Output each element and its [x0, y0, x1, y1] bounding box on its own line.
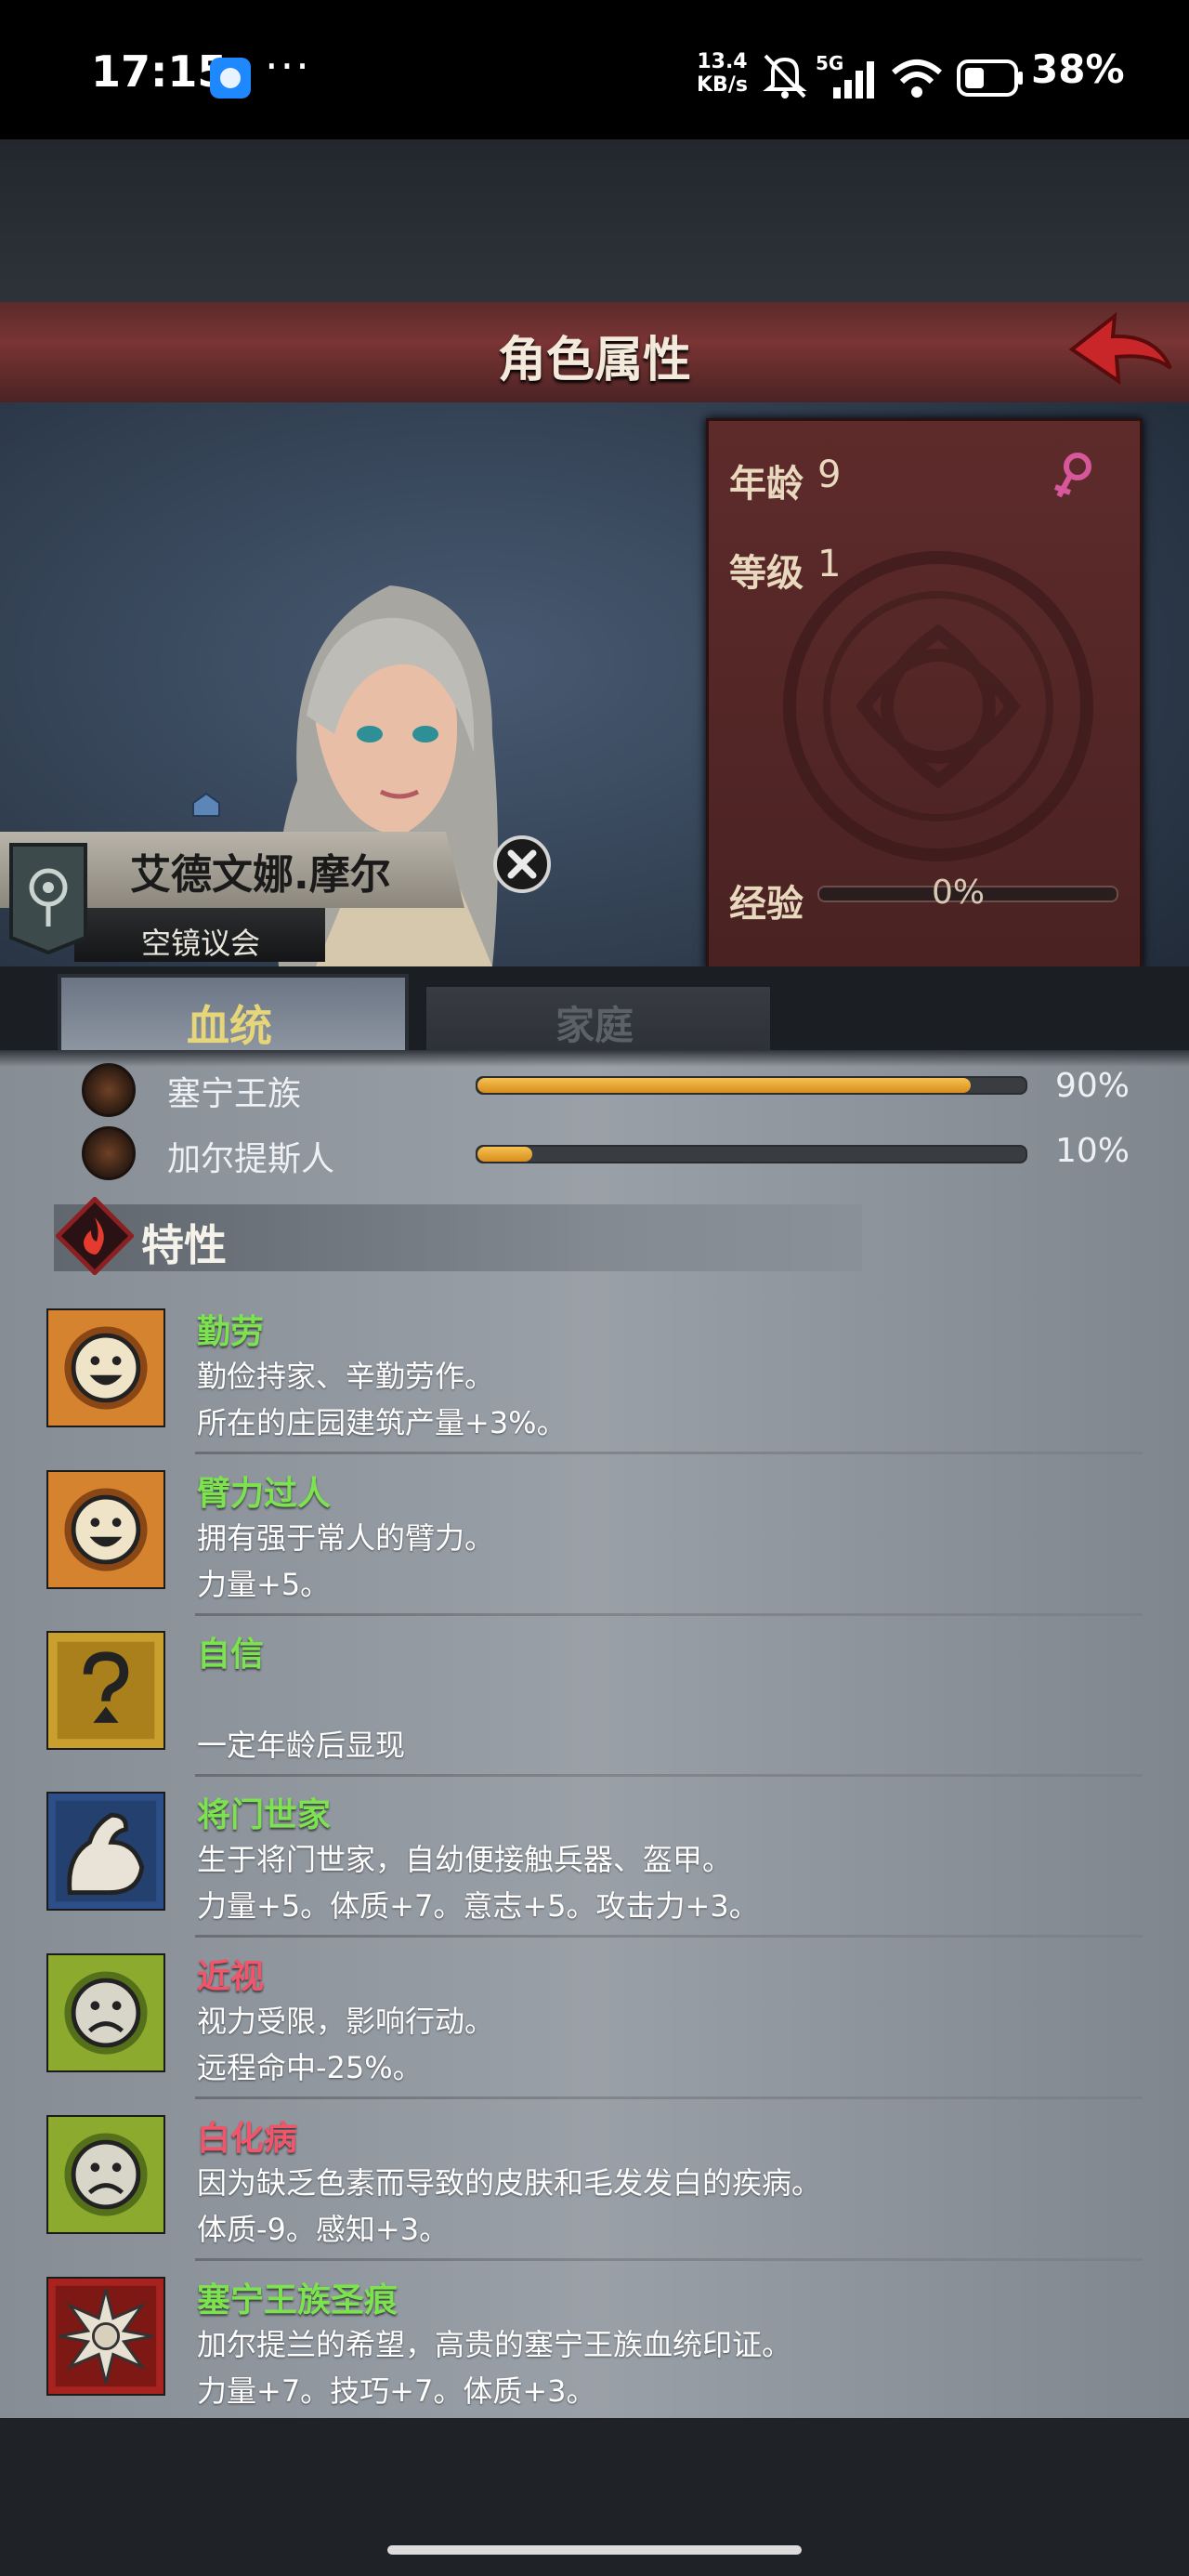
home-indicator[interactable] — [387, 2545, 802, 2555]
trait-effect: 远程命中-25%。 — [197, 2050, 423, 2085]
trait-description: 因为缺乏色素而导致的皮肤和毛发发白的疾病。 — [197, 2165, 822, 2201]
trait-name: 臂力过人 — [197, 1475, 332, 1513]
status-time: 17:15 — [91, 46, 228, 97]
trait-effect: 所在的庄园建筑产量+3%。 — [197, 1405, 567, 1440]
tab-family-label[interactable]: 家庭 — [423, 994, 766, 1051]
trait-divider — [195, 1774, 1143, 1777]
happy-face-icon — [46, 1308, 165, 1427]
age-value: 9 — [817, 453, 842, 496]
trait-row[interactable]: 近视 视力受限，影响行动。 远程命中-25%。 — [46, 1944, 1143, 2102]
top-background — [0, 139, 1189, 302]
sad-face-icon — [46, 2115, 165, 2234]
rank-icon — [192, 792, 220, 817]
lineage-percent: 90% — [1055, 1067, 1130, 1105]
back-arrow-icon[interactable] — [1066, 310, 1174, 396]
holy-mark-icon — [46, 2277, 165, 2396]
trait-divider — [195, 1613, 1143, 1616]
trait-effect: 力量+7。技巧+7。体质+3。 — [197, 2373, 596, 2409]
trait-description: 拥有强于常人的臂力。 — [197, 1520, 495, 1556]
trait-name: 白化病 — [197, 2120, 298, 2158]
lineage-icon — [82, 1126, 136, 1180]
trait-name: 近视 — [197, 1958, 265, 1996]
trait-row[interactable]: 臂力过人 拥有强于常人的臂力。 力量+5。 — [46, 1461, 1143, 1619]
question-mark-icon — [46, 1631, 165, 1750]
trait-description: 加尔提兰的希望，高贵的塞宁王族血统印证。 — [197, 2327, 792, 2362]
lineage-bar — [476, 1145, 1027, 1163]
exp-label: 经验 — [729, 883, 804, 926]
lineage-bar — [476, 1076, 1027, 1095]
trait-effect: 力量+5。 — [197, 1567, 331, 1602]
lineage-percent: 10% — [1055, 1132, 1130, 1170]
trait-description: 勤俭持家、辛勤劳作。 — [197, 1359, 495, 1394]
traits-title: 特性 — [141, 1220, 227, 1270]
level-label: 等级 — [729, 552, 804, 595]
lineage-icon — [82, 1063, 136, 1117]
trait-row[interactable]: 勤劳 勤俭持家、辛勤劳作。 所在的庄园建筑产量+3%。 — [46, 1299, 1143, 1457]
tab-lineage-label[interactable]: 血统 — [58, 992, 401, 1054]
trait-name: 塞宁王族圣痕 — [197, 2281, 399, 2320]
content-top-shadow — [0, 1050, 1189, 1067]
wifi-icon — [892, 59, 942, 98]
character-organization: 空镜议会 — [141, 926, 261, 961]
female-gender-icon — [1053, 453, 1091, 498]
age-label: 年龄 — [729, 463, 804, 506]
network-speed-unit: KB/s — [697, 73, 748, 97]
character-name: 艾德文娜.摩尔 — [130, 851, 391, 899]
trait-name: 将门世家 — [197, 1796, 332, 1834]
trait-name: 勤劳 — [197, 1313, 265, 1351]
signal-icon — [833, 61, 874, 99]
mute-icon — [763, 54, 807, 99]
flexed-arm-icon — [46, 1792, 165, 1911]
trait-divider — [195, 2096, 1143, 2099]
trait-effect: 体质-9。感知+3。 — [197, 2212, 450, 2247]
fire-badge-icon — [56, 1197, 134, 1275]
trait-effect: 力量+5。体质+7。意志+5。攻击力+3。 — [197, 1888, 759, 1924]
trait-row[interactable]: 塞宁王族圣痕 加尔提兰的希望，高贵的塞宁王族血统印证。 力量+7。技巧+7。体质… — [46, 2267, 1143, 2425]
level-value: 1 — [817, 543, 842, 585]
trait-divider — [195, 1935, 1143, 1938]
trait-divider — [195, 1452, 1143, 1454]
lineage-bar-fill — [477, 1147, 532, 1162]
battery-percent: 38% — [1031, 46, 1125, 92]
lineage-name: 加尔提斯人 — [167, 1140, 335, 1178]
trait-description: 生于将门世家，自幼便接触兵器、盔甲。 — [197, 1842, 733, 1877]
network-speed: 13.4 KB/s — [697, 50, 748, 97]
faction-crest-icon[interactable] — [7, 841, 89, 954]
lineage-bar-fill — [477, 1078, 971, 1093]
trait-effect: 一定年龄后显现 — [197, 1728, 406, 1763]
exp-percent: 0% — [932, 874, 986, 912]
happy-face-icon — [46, 1470, 165, 1589]
lineage-name: 塞宁王族 — [167, 1075, 302, 1113]
page-title: 角色属性 — [497, 333, 691, 388]
battery-icon — [957, 59, 1023, 97]
close-icon[interactable] — [492, 835, 552, 894]
trait-divider — [195, 2258, 1143, 2261]
trait-row[interactable]: 白化病 因为缺乏色素而导致的皮肤和毛发发白的疾病。 体质-9。感知+3。 — [46, 2106, 1143, 2264]
celtic-knot-emblem — [783, 551, 1093, 861]
trait-description: 视力受限，影响行动。 — [197, 2004, 495, 2039]
trait-row[interactable]: 将门世家 生于将门世家，自幼便接触兵器、盔甲。 力量+5。体质+7。意志+5。攻… — [46, 1782, 1143, 1940]
app-notification-icon — [210, 58, 251, 99]
network-speed-value: 13.4 — [697, 50, 748, 73]
trait-name: 自信 — [197, 1636, 265, 1674]
sad-face-icon — [46, 1953, 165, 2072]
trait-row[interactable]: 自信 一定年龄后显现 — [46, 1622, 1143, 1780]
more-notifications-icon: ··· — [265, 41, 311, 91]
